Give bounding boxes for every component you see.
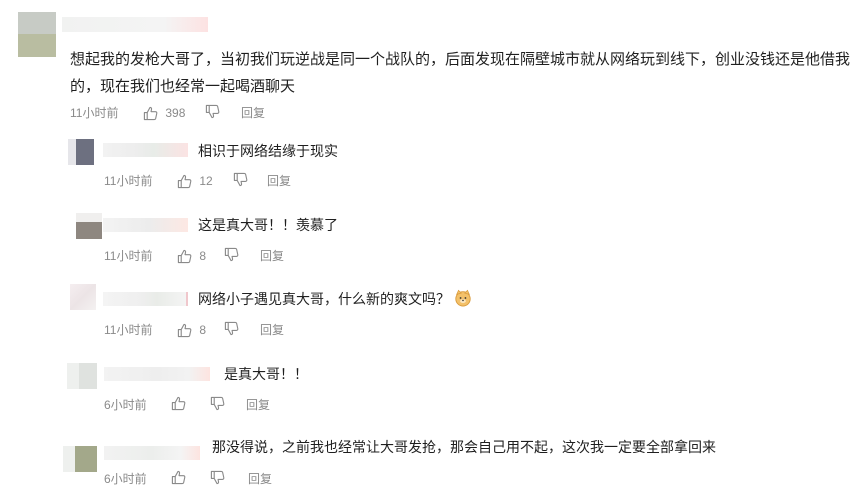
doge-emoji-icon xyxy=(454,289,472,307)
reply-text: 是真大哥！！ xyxy=(224,366,308,382)
timestamp: 11小时前 xyxy=(104,174,153,188)
timestamp: 11小时前 xyxy=(70,106,119,120)
avatar[interactable] xyxy=(18,12,56,57)
thumbs-up-icon[interactable] xyxy=(171,396,186,411)
comment-text: 想起我的发枪大哥了，当初我们玩逆战是同一个战队的，后面发现在隔壁城市就从网络玩到… xyxy=(70,51,851,95)
username-blurred[interactable] xyxy=(104,446,200,460)
username-blurred[interactable] xyxy=(62,17,208,32)
like-count: 12 xyxy=(199,174,213,188)
avatar[interactable] xyxy=(68,139,94,165)
thumbs-down-icon[interactable] xyxy=(233,172,248,187)
like-count: 398 xyxy=(165,106,186,120)
avatar[interactable] xyxy=(70,284,96,310)
reply-text: 这是真大哥！！羡慕了 xyxy=(198,217,338,233)
reply-actions: 11小时前 8 回复 xyxy=(104,247,324,265)
reply-actions: 6小时前 回复 xyxy=(104,396,304,414)
thumbs-up-icon xyxy=(177,174,192,189)
reply-text: 那没得说，之前我也经常让大哥发抢，那会自己用不起，这次我一定要全部拿回来 xyxy=(212,439,716,455)
reply-button[interactable]: 回复 xyxy=(241,104,265,122)
thumbs-down-icon[interactable] xyxy=(224,321,239,336)
like-button[interactable]: 8 xyxy=(177,247,206,265)
reply-button[interactable]: 回复 xyxy=(248,470,272,488)
thumbs-down-icon[interactable] xyxy=(210,470,225,485)
reply-button[interactable]: 回复 xyxy=(260,247,284,265)
username-blurred[interactable] xyxy=(104,367,210,381)
reply-text: 相识于网络结缘于现实 xyxy=(198,143,338,159)
like-count: 8 xyxy=(199,323,207,337)
reply-button[interactable]: 回复 xyxy=(260,321,284,339)
username-blurred[interactable] xyxy=(103,218,188,232)
like-button[interactable]: 398 xyxy=(143,104,185,122)
like-count: 8 xyxy=(199,249,207,263)
username-blurred[interactable] xyxy=(103,143,188,157)
reply-button[interactable]: 回复 xyxy=(267,172,291,190)
avatar[interactable] xyxy=(63,446,97,472)
reply-button[interactable]: 回复 xyxy=(246,396,270,414)
avatar[interactable] xyxy=(67,363,97,389)
thumbs-up-icon[interactable] xyxy=(171,470,186,485)
thumbs-down-icon[interactable] xyxy=(205,104,220,119)
timestamp: 6小时前 xyxy=(104,472,147,486)
comment-thread: 想起我的发枪大哥了，当初我们玩逆战是同一个战队的，后面发现在隔壁城市就从网络玩到… xyxy=(0,0,861,497)
timestamp: 11小时前 xyxy=(104,249,153,263)
avatar[interactable] xyxy=(76,213,102,239)
thumbs-down-icon[interactable] xyxy=(210,396,225,411)
like-button[interactable]: 8 xyxy=(177,321,206,339)
thumbs-up-icon xyxy=(177,249,192,264)
reply-actions: 6小时前 回复 xyxy=(104,470,304,488)
reply-actions: 11小时前 8 回复 xyxy=(104,321,324,339)
username-blurred[interactable] xyxy=(103,292,188,306)
timestamp: 6小时前 xyxy=(104,398,147,412)
thumbs-down-icon[interactable] xyxy=(224,247,239,262)
reply-text-content: 网络小子遇见真大哥，什么新的爽文吗？ xyxy=(198,291,450,307)
reply-actions: 11小时前 12 回复 xyxy=(104,172,324,190)
thumbs-up-icon xyxy=(143,106,158,121)
like-button[interactable]: 12 xyxy=(177,172,213,190)
comment-actions: 11小时前 398 回复 xyxy=(70,104,290,122)
reply-text: 网络小子遇见真大哥，什么新的爽文吗？ xyxy=(198,289,472,309)
thumbs-up-icon xyxy=(177,323,192,338)
timestamp: 11小时前 xyxy=(104,323,153,337)
